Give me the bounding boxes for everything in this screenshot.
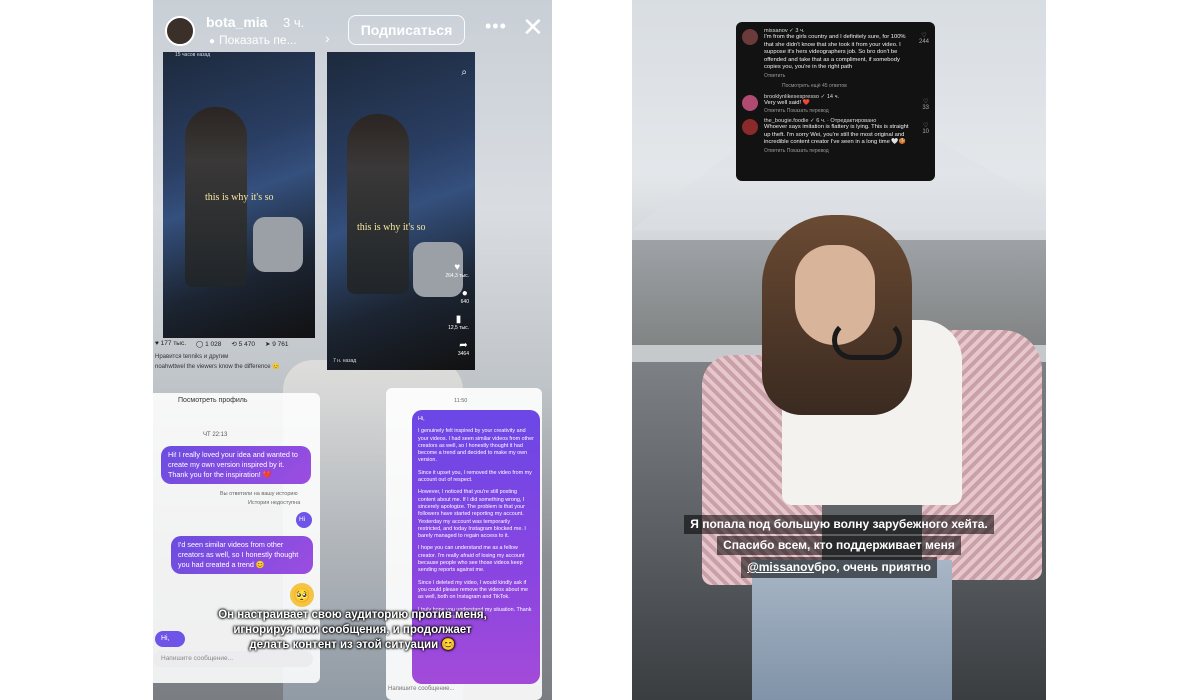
story-left: bota_mia 3 ч. ● Показать пе... › Подписат… (153, 0, 552, 700)
comment-actions[interactable]: Ответить Показать перевод (764, 108, 929, 114)
jeans (752, 560, 952, 700)
message-bubble: Hi (296, 512, 312, 528)
subscribe-button[interactable]: Подписаться (348, 15, 465, 45)
caption-line: Я попала под большую волну зарубежного х… (684, 515, 994, 534)
view-more-replies[interactable]: Посмотреть ещё 45 ответов (742, 83, 929, 89)
comment-actions[interactable]: Ответить (764, 73, 929, 79)
message-paragraph: I hope you can understand me as a fellow… (418, 545, 525, 574)
video-timestamp: 15 часов назад (175, 52, 211, 58)
comment-text: I'm from the girls country and I definit… (764, 34, 906, 71)
rice-cooker (253, 217, 303, 272)
avatar (742, 119, 758, 136)
post-time: 3 ч. (283, 15, 305, 30)
username[interactable]: bota_mia (206, 14, 267, 30)
music-icon: ● (209, 36, 216, 47)
comment-icon: ● (461, 288, 468, 299)
description-line: noahwttwel the viewers know the differen… (155, 364, 280, 370)
view-profile-button[interactable]: Посмотреть профиль (178, 397, 248, 404)
video-age: 7 н. назад (333, 358, 357, 364)
like-button[interactable]: ♡ 244 (919, 32, 929, 45)
search-icon[interactable]: ⌕ (461, 67, 467, 78)
chat-time: 11:50 (454, 398, 468, 404)
save-count[interactable]: ▮ 12,5 тыс. (448, 314, 469, 331)
story-caption: Я попала под большую волну зарубежного х… (632, 514, 1046, 579)
caption-text: бро, очень приятно (814, 560, 931, 574)
message-bubble: Hi! I really loved your idea and wanted … (161, 446, 311, 485)
show-more-link[interactable]: ● Показать пе... (209, 33, 297, 47)
message-bubble: I'd seen similar videos from other creat… (171, 536, 313, 575)
headphones-icon (832, 320, 902, 360)
tiktok-screenshot-1: 15 часов назад this is why it's so (163, 52, 315, 338)
caption-line: @missanov бро, очень приятно (741, 557, 937, 578)
message-input[interactable]: Напишите сообщение... (388, 686, 455, 692)
comment-item: the_bougie.foodie ✓ 6 ч. · Отредактирова… (742, 118, 929, 154)
message-meta: История недоступна (248, 500, 301, 506)
dm-screenshot-right: 11:50 Hi, I genuinely felt inspired by y… (386, 388, 542, 700)
stat-shares: ➤ 9 761 (264, 341, 289, 348)
video-caption: this is why it's so (357, 222, 426, 233)
story-caption: Он настраивает свою аудиторию против мен… (153, 608, 552, 653)
chevron-right-icon: › (325, 30, 330, 46)
stat-reposts: ⟲ 5 470 (231, 341, 255, 348)
comments-screenshot: missanov ✓ 3 ч. I'm from the girls count… (736, 22, 935, 181)
comment-text: Very well said! ❤️ (764, 99, 810, 106)
avatar (742, 29, 758, 45)
caption-line: Спасибо всем, кто поддерживает меня (717, 536, 961, 555)
like-count[interactable]: ♥ 264,3 тыс. (445, 262, 469, 279)
comment-item: missanov ✓ 3 ч. I'm from the girls count… (742, 28, 929, 79)
message-paragraph: However, I noticed that you're still pos… (418, 489, 526, 540)
caption-line: делать контент из этой ситуации 😊 (249, 638, 456, 651)
likes-line: Нравится tenniks и другим (155, 354, 229, 360)
post-stats: ♥ 177 тыс. ◯ 1 028 ⟲ 5 470 ➤ 9 761 (155, 340, 325, 348)
story-header: bota_mia 3 ч. ● Показать пе... › Подписат… (153, 12, 552, 52)
comment-actions[interactable]: Ответить Показать перевод (764, 148, 929, 154)
comment-text: Whoever says imitation is flattery is ly… (764, 124, 909, 146)
message-paragraph: Since it upset you, I removed the video … (418, 469, 532, 484)
avatar (742, 94, 758, 111)
share-icon: ➦ (459, 340, 468, 351)
stat-comments: ◯ 1 028 (196, 341, 222, 348)
share-count[interactable]: ➦ 3464 (458, 340, 469, 357)
caption-line: игнорируя мои сообщения, и продолжает (233, 623, 472, 636)
message-paragraph: Hi, (418, 416, 425, 422)
video-person (347, 114, 409, 294)
bookmark-icon: ▮ (455, 314, 462, 325)
caption-line: Он настраивает свою аудиторию против мен… (218, 609, 487, 621)
comment-count[interactable]: ● 640 (461, 288, 469, 305)
story-right: missanov ✓ 3 ч. I'm from the girls count… (632, 0, 1046, 700)
heart-icon: ♥ (454, 262, 461, 273)
mention-link[interactable]: @missanov (747, 560, 814, 575)
tiktok-screenshot-2: ⌕ this is why it's so ♥ 264,3 тыс. ● 640 ▮… (327, 52, 475, 370)
close-icon[interactable]: ✕ (522, 14, 544, 40)
like-button[interactable]: ♡ 33 (922, 98, 929, 111)
message-meta: Вы ответили на вашу историю (220, 491, 298, 497)
avatar[interactable] (165, 16, 195, 46)
message-paragraph: Since I deleted my video, I would kindly… (418, 579, 528, 601)
more-options-icon[interactable]: ••• (485, 16, 507, 37)
like-button[interactable]: ♡ 10 (922, 122, 929, 135)
message-input[interactable]: Напишите сообщение... (153, 651, 313, 667)
stat-likes: ♥ 177 тыс. (155, 340, 187, 347)
video-caption: this is why it's so (205, 192, 274, 203)
chat-date: ЧТ 22:13 (203, 432, 228, 438)
message-paragraph: I genuinely felt inspired by your creati… (418, 428, 534, 464)
show-more-label: Показать пе... (219, 33, 297, 47)
pleading-face-icon: 🥺 (290, 583, 314, 607)
comment-item: brooklynlikesespresso ✓ 14 ч. Very well … (742, 94, 929, 114)
